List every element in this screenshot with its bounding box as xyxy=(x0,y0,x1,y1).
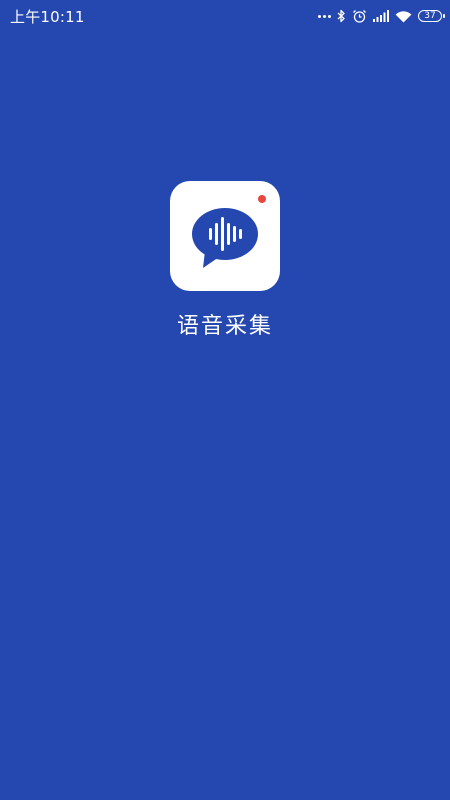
app-name: 语音采集 xyxy=(176,314,273,339)
wifi-icon xyxy=(395,10,412,22)
notification-dot xyxy=(258,195,266,203)
alarm-icon xyxy=(353,9,366,23)
bluetooth-icon xyxy=(337,9,345,23)
app-logo xyxy=(170,181,280,291)
status-time: 上午10:11 xyxy=(10,7,85,26)
battery-level: 37 xyxy=(424,10,436,21)
status-bar: 上午10:11 37 xyxy=(0,0,450,32)
signal-icon xyxy=(373,10,389,22)
more-dots-icon xyxy=(318,14,331,18)
status-icons: 37 xyxy=(318,9,445,24)
battery-icon: 37 xyxy=(418,10,445,22)
